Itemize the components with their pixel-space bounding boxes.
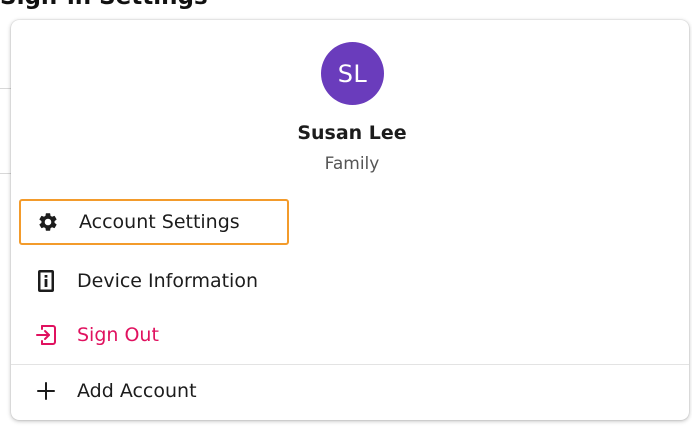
device-info-icon [33, 268, 59, 294]
device-information-item[interactable]: Device Information [19, 258, 339, 304]
account-menu: SL Susan Lee Family Account Settings Dev… [11, 20, 689, 420]
avatar-initials: SL [337, 59, 368, 88]
account-settings-item[interactable]: Account Settings [19, 199, 289, 245]
add-account-item[interactable]: Add Account [19, 368, 259, 414]
sign-out-item[interactable]: Sign Out [19, 312, 219, 358]
account-settings-label: Account Settings [79, 211, 240, 233]
user-name: Susan Lee [297, 122, 407, 144]
user-plan: Family [324, 154, 380, 174]
gear-icon [35, 209, 61, 235]
profile-header: SL Susan Lee Family [11, 20, 689, 200]
avatar[interactable]: SL [321, 42, 384, 105]
stage: Sign-in Settings SL Susan Lee Family Acc… [0, 0, 692, 433]
background-page-title: Sign-in Settings [0, 0, 208, 10]
sign-out-label: Sign Out [77, 324, 159, 346]
add-account-label: Add Account [77, 380, 197, 402]
plus-icon [33, 378, 59, 404]
device-information-label: Device Information [77, 270, 259, 292]
menu-divider [11, 364, 689, 365]
sign-out-icon [33, 322, 59, 348]
